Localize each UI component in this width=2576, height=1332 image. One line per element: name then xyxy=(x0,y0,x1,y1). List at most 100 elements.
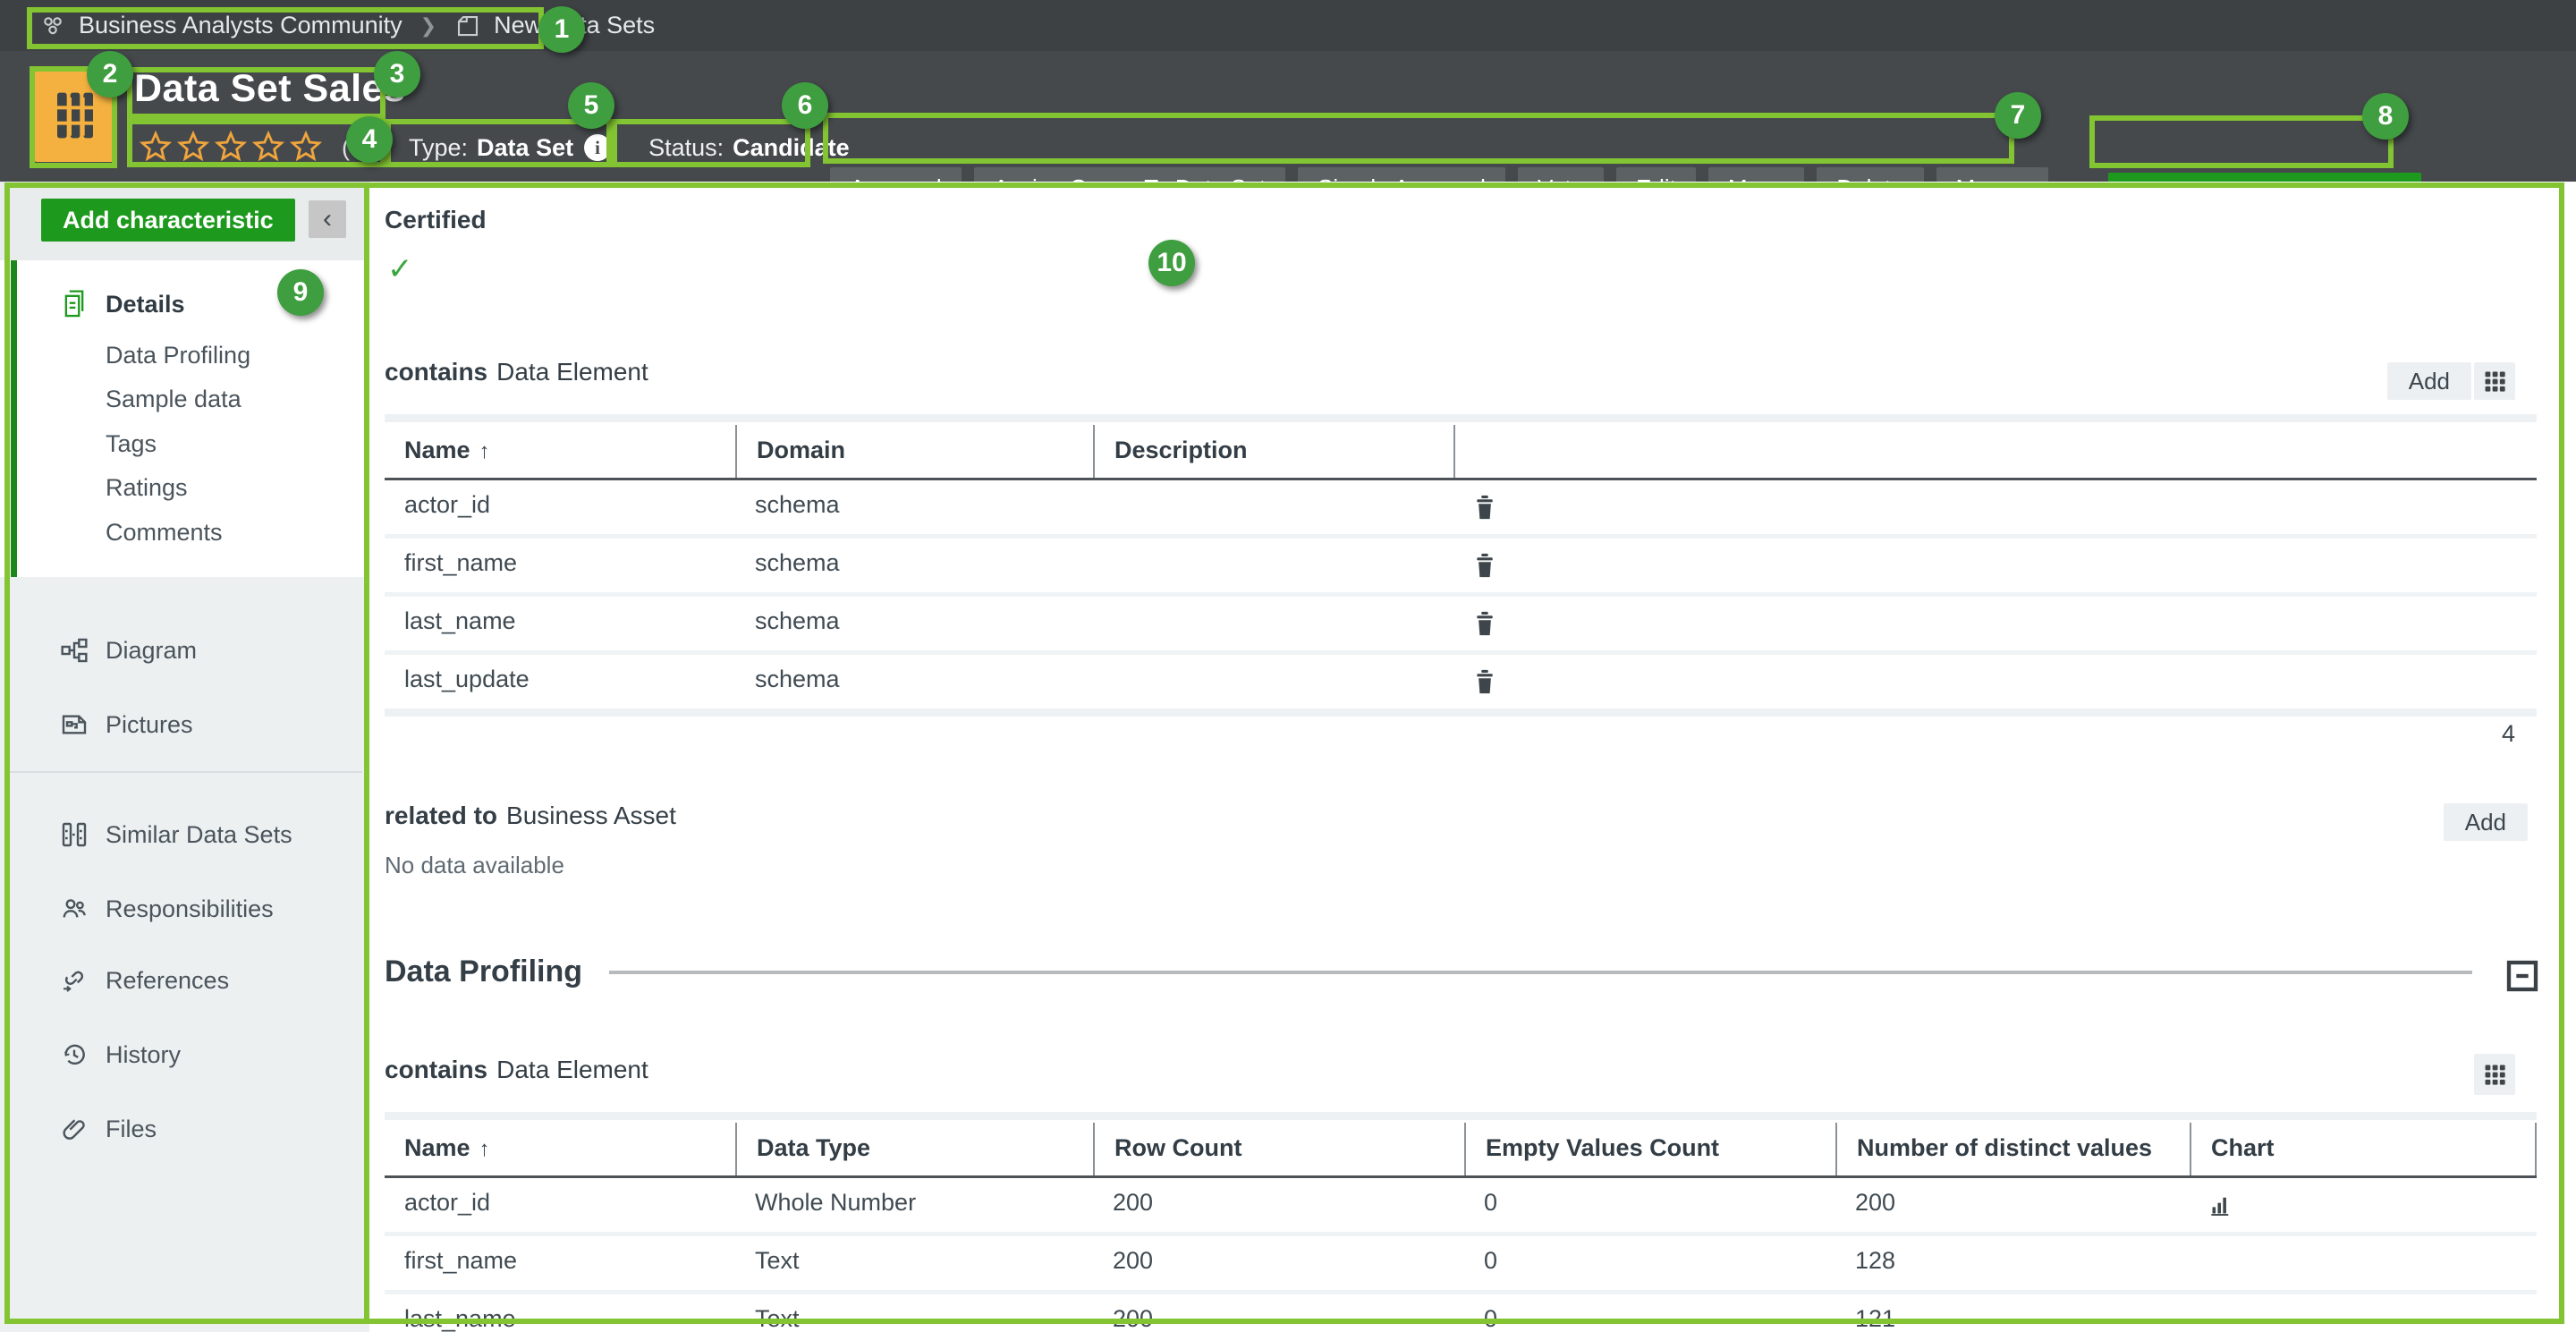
trash-icon[interactable] xyxy=(1473,668,1496,695)
sidebar-item-details[interactable]: Details xyxy=(0,282,369,327)
cell-actions xyxy=(1453,480,2537,534)
sidebar-item-label: Diagram xyxy=(106,637,197,665)
relation-target: Data Element xyxy=(496,1056,648,1083)
cell-name: actor_id xyxy=(385,480,735,534)
references-icon xyxy=(59,965,89,996)
history-icon xyxy=(59,1039,89,1070)
certified-heading: Certified xyxy=(385,206,487,234)
contains-heading: contains Data Element xyxy=(385,358,648,386)
add-characteristic-button[interactable]: Add characteristic xyxy=(41,199,295,242)
grid-view-icon[interactable] xyxy=(2474,362,2515,400)
cell-description xyxy=(1093,597,1453,650)
trash-icon[interactable] xyxy=(1473,552,1496,579)
cell-description xyxy=(1093,539,1453,592)
relation-role: related to xyxy=(385,802,497,829)
relation-role: contains xyxy=(385,358,487,386)
contains-table-header: Name↑ Domain Description xyxy=(385,425,2537,480)
collapse-section-icon[interactable] xyxy=(2504,956,2540,996)
cell-domain: schema xyxy=(735,597,1093,650)
relation-target: Business Asset xyxy=(506,802,676,829)
column-header-data-type[interactable]: Data Type xyxy=(735,1123,1093,1175)
relation-role: contains xyxy=(385,1056,487,1083)
column-header-name[interactable]: Name↑ xyxy=(385,425,735,478)
column-header-chart[interactable]: Chart xyxy=(2190,1123,2537,1175)
cell-chart xyxy=(2190,1236,2537,1290)
cell-data-type: Whole Number xyxy=(735,1178,1093,1232)
column-header-description[interactable]: Description xyxy=(1093,425,1453,478)
cell-description xyxy=(1093,655,1453,708)
sidebar: Add characteristic ‹ Details Data Profil… xyxy=(0,182,369,1332)
breadcrumb-bar: Business Analysts Community ❯ New Data S… xyxy=(0,0,2576,51)
sort-asc-icon: ↑ xyxy=(479,439,490,463)
cell-empty-values: 0 xyxy=(1464,1236,1835,1290)
table-top-band xyxy=(385,414,2537,422)
cell-distinct-values: 128 xyxy=(1835,1236,2190,1290)
asset-meta: (0) Type: Data Set i Status: Candidate xyxy=(134,124,850,171)
cell-actions xyxy=(1453,539,2537,592)
table-top-band xyxy=(385,1112,2537,1120)
table-row: actor_id Whole Number 200 0 200 xyxy=(385,1178,2537,1236)
bar-chart-icon[interactable] xyxy=(2209,1193,2233,1217)
cell-name: last_update xyxy=(385,655,735,708)
column-header-empty-values[interactable]: Empty Values Count xyxy=(1464,1123,1835,1175)
sort-asc-icon: ↑ xyxy=(479,1137,490,1161)
cell-name: last_name xyxy=(385,597,735,650)
sidebar-item-tags[interactable]: Tags xyxy=(0,421,369,466)
sidebar-item-ratings[interactable]: Ratings xyxy=(0,465,369,510)
sidebar-item-responsibilities[interactable]: Responsibilities xyxy=(0,887,369,931)
grid-view-icon[interactable] xyxy=(2474,1054,2515,1095)
column-header-row-count[interactable]: Row Count xyxy=(1093,1123,1464,1175)
sidebar-item-files[interactable]: Files xyxy=(0,1107,369,1151)
page-title: Data Set Sales xyxy=(134,67,405,111)
cell-name: actor_id xyxy=(385,1178,735,1232)
info-icon[interactable]: i xyxy=(584,134,611,161)
add-button[interactable]: Add xyxy=(2444,803,2528,841)
sidebar-item-data-profiling[interactable]: Data Profiling xyxy=(0,333,369,378)
diagram-icon xyxy=(59,635,89,666)
main-panel: Certified ✓ containsData Element Add xyxy=(369,182,2576,1332)
table-bottom-band xyxy=(385,708,2537,717)
sidebar-item-label: Sample data xyxy=(106,386,242,413)
details-icon xyxy=(59,289,89,319)
table-row: last_update schema xyxy=(385,655,2537,708)
cell-distinct-values: 121 xyxy=(1835,1294,2190,1332)
sidebar-item-references[interactable]: References xyxy=(0,958,369,1003)
sidebar-item-diagram[interactable]: Diagram xyxy=(0,628,369,673)
cell-domain: schema xyxy=(735,655,1093,708)
rating-stars[interactable] xyxy=(134,129,327,166)
column-header-domain[interactable]: Domain xyxy=(735,425,1093,478)
section-rule xyxy=(609,971,2472,974)
cell-data-type: Text xyxy=(735,1294,1093,1332)
add-button[interactable]: Add xyxy=(2387,362,2471,400)
trash-icon[interactable] xyxy=(1473,494,1496,521)
cell-row-count: 200 xyxy=(1093,1294,1464,1332)
trash-icon[interactable] xyxy=(1473,610,1496,637)
sidebar-item-similar-data-sets[interactable]: Similar Data Sets xyxy=(0,812,369,857)
responsibilities-icon xyxy=(59,894,89,924)
sidebar-item-label: Comments xyxy=(106,519,223,547)
cell-row-count: 200 xyxy=(1093,1178,1464,1232)
row-count-badge: 4 xyxy=(2502,720,2515,748)
domain-icon xyxy=(454,13,481,39)
breadcrumb-domain[interactable]: New Data Sets xyxy=(494,12,655,39)
table-row: actor_id schema xyxy=(385,480,2537,539)
table-toolbar: Add xyxy=(2387,362,2515,400)
column-header-distinct-values[interactable]: Number of distinct values xyxy=(1835,1123,2190,1175)
sidebar-collapse-button[interactable]: ‹ xyxy=(309,200,346,238)
cell-distinct-values: 200 xyxy=(1835,1178,2190,1232)
relation-target: Data Element xyxy=(496,358,648,386)
cell-name: first_name xyxy=(385,539,735,592)
breadcrumb-community[interactable]: Business Analysts Community xyxy=(79,12,402,39)
sidebar-item-history[interactable]: History xyxy=(0,1032,369,1077)
sidebar-item-sample-data[interactable]: Sample data xyxy=(0,377,369,421)
paperclip-icon xyxy=(59,1114,89,1144)
cell-data-type: Text xyxy=(735,1236,1093,1290)
sidebar-item-comments[interactable]: Comments xyxy=(0,510,369,555)
column-header-name[interactable]: Name↑ xyxy=(385,1123,735,1175)
sidebar-divider xyxy=(7,771,362,773)
sidebar-item-label: Data Profiling xyxy=(106,342,250,369)
table-row: last_name schema xyxy=(385,597,2537,655)
status-value: Candidate xyxy=(733,134,850,162)
sidebar-item-pictures[interactable]: Pictures xyxy=(0,702,369,747)
asset-header: Data Set Sales (0) Type: Data Set i Stat… xyxy=(0,51,2576,182)
